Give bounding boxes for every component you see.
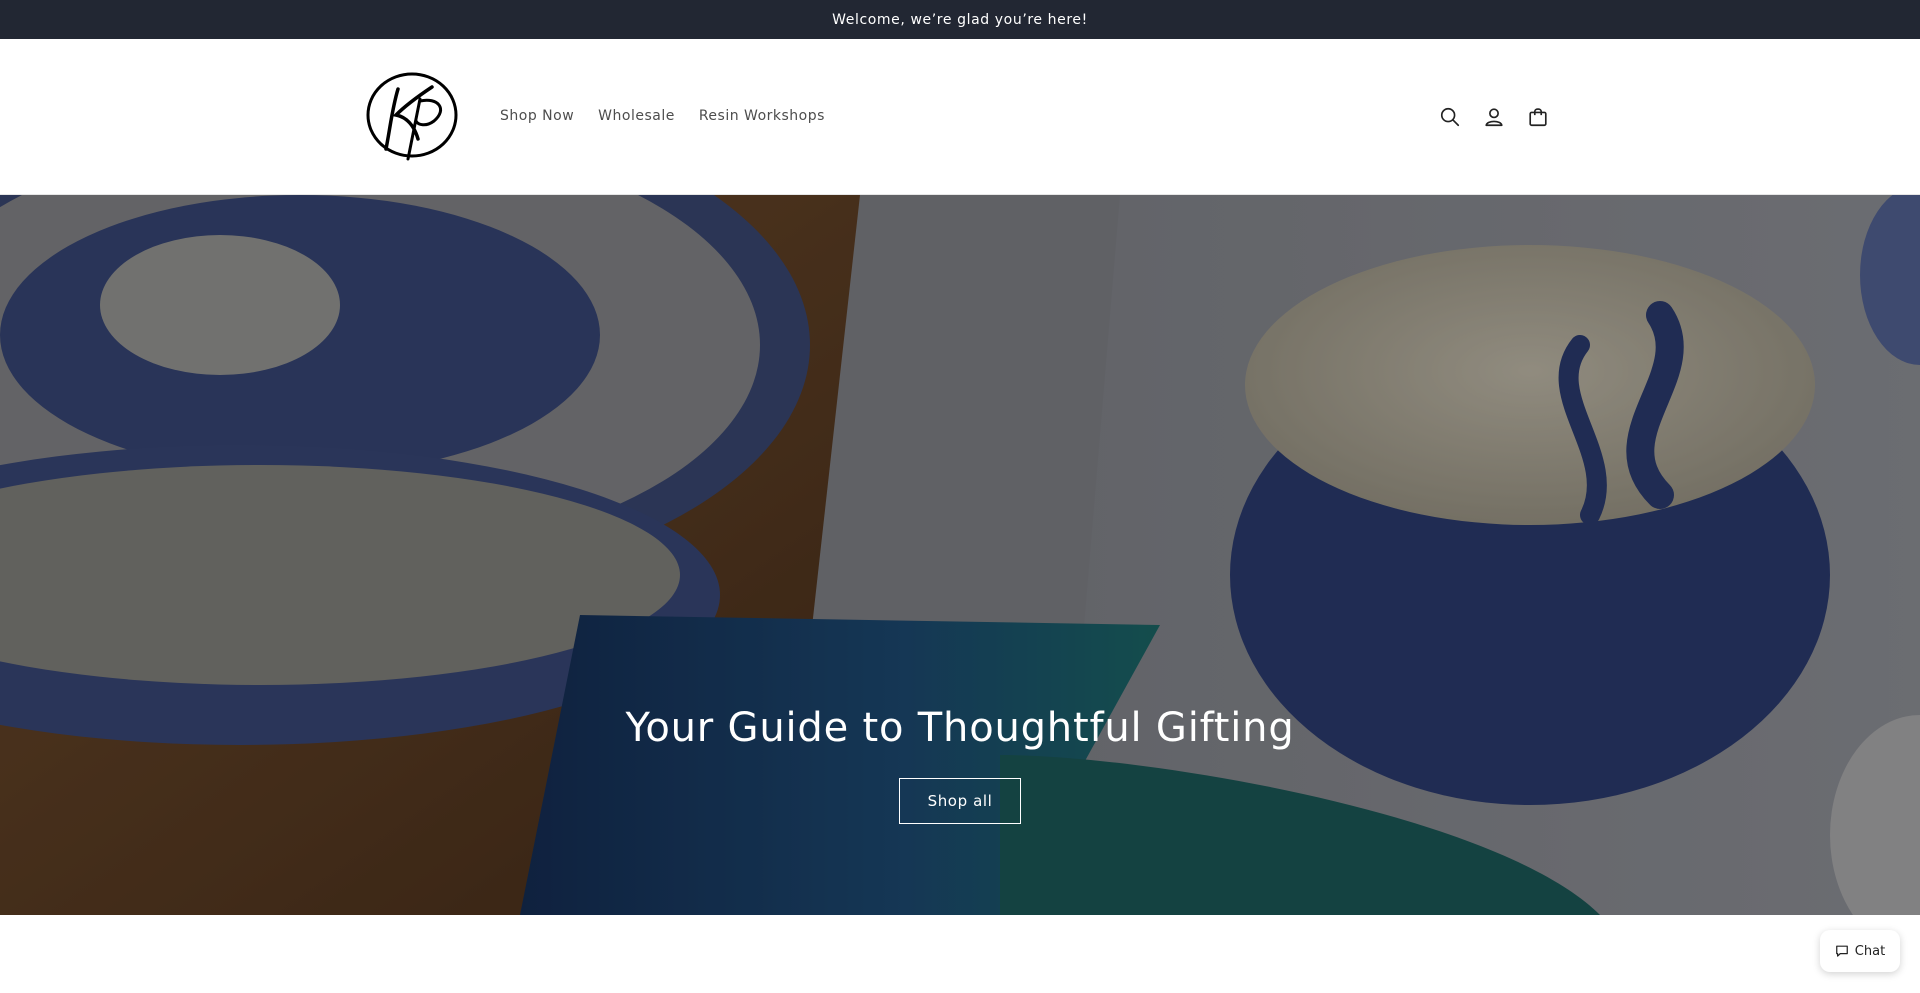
site-header: Shop Now Wholesale Resin Workshops [0,39,1920,195]
nav-item-resin-workshops[interactable]: Resin Workshops [687,106,837,126]
shop-all-button[interactable]: Shop all [899,778,1021,824]
chat-bubble-icon [1835,945,1848,957]
account-button[interactable] [1480,103,1508,131]
account-icon [1485,108,1503,127]
header-icons [1436,103,1552,131]
nav-item-wholesale[interactable]: Wholesale [586,106,687,126]
main-nav: Shop Now Wholesale Resin Workshops [488,106,837,126]
hero-title: Your Guide to Thoughtful Gifting [625,705,1295,751]
announcement-text: Welcome, we’re glad you’re here! [832,11,1088,28]
hero-banner: Your Guide to Thoughtful Gifting Shop al… [0,195,1920,915]
kp-monogram-logo-icon [366,72,458,161]
nav-item-shop-now[interactable]: Shop Now [488,106,586,126]
chat-button[interactable]: Chat [1820,930,1900,972]
cart-icon [1529,108,1547,127]
chat-label: Chat [1854,943,1886,959]
search-icon [1440,107,1460,127]
store-logo[interactable] [362,69,462,161]
announcement-bar: Welcome, we’re glad you’re here! [0,0,1920,39]
cart-button[interactable] [1524,103,1552,131]
search-button[interactable] [1436,103,1464,131]
